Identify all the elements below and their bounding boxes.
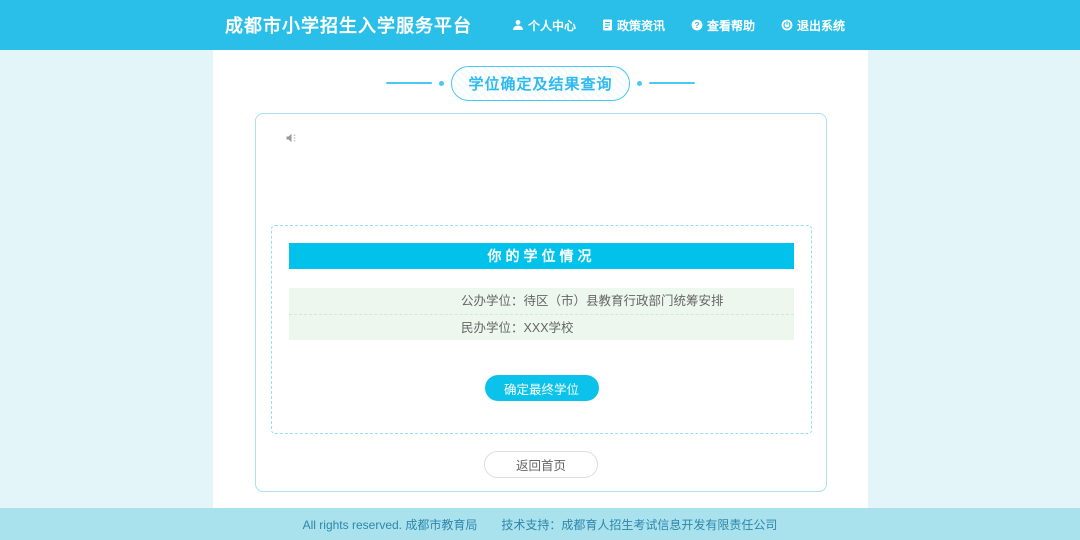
section-title-pill: 学位确定及结果查询 — [451, 66, 629, 101]
content-column: 学位确定及结果查询 你的学位情况 公办学位：待区（市）县教育行政部门统筹安排 民… — [213, 50, 868, 508]
top-header: 成都市小学招生入学服务平台 个人中心 政策资讯 ? 查看帮助 — [0, 0, 1080, 50]
help-icon: ? — [691, 19, 703, 31]
decorative-dot-right — [637, 81, 642, 86]
svg-text:?: ? — [694, 20, 699, 30]
speaker-icon — [286, 130, 299, 148]
nav-label: 政策资讯 — [617, 17, 665, 34]
site-title: 成都市小学招生入学服务平台 — [225, 12, 472, 38]
top-nav: 个人中心 政策资讯 ? 查看帮助 退出系统 — [512, 17, 845, 34]
private-seat-value: XXX学校 — [524, 321, 574, 335]
decorative-line-left — [386, 82, 432, 84]
public-seat-label: 公办学位： — [461, 294, 524, 308]
private-seat-row: 民办学位：XXX学校 — [289, 314, 794, 340]
decorative-line-right — [649, 82, 695, 84]
public-seat-row: 公办学位：待区（市）县教育行政部门统筹安排 — [289, 288, 794, 314]
result-card: 你的学位情况 公办学位：待区（市）县教育行政部门统筹安排 民办学位：XXX学校 … — [255, 113, 827, 492]
nav-view-help[interactable]: ? 查看帮助 — [691, 17, 755, 34]
nav-logout[interactable]: 退出系统 — [781, 17, 845, 34]
panel-header: 你的学位情况 — [289, 243, 794, 269]
nav-label: 退出系统 — [797, 17, 845, 34]
private-seat-label: 民办学位： — [461, 321, 524, 335]
nav-label: 查看帮助 — [707, 17, 755, 34]
decorative-dot-left — [439, 81, 444, 86]
seat-rows: 公办学位：待区（市）县教育行政部门统筹安排 民办学位：XXX学校 — [289, 288, 794, 340]
nav-personal-center[interactable]: 个人中心 — [512, 17, 576, 34]
confirm-final-seat-button[interactable]: 确定最终学位 — [485, 375, 599, 401]
logout-icon — [781, 19, 793, 31]
copyright-text: All rights reserved. 成都市教育局 — [303, 516, 478, 533]
tech-support-text: 技术支持：成都育人招生考试信息开发有限责任公司 — [501, 516, 777, 533]
nav-policy-news[interactable]: 政策资讯 — [602, 17, 665, 34]
user-icon — [512, 19, 524, 31]
page-footer: All rights reserved. 成都市教育局 技术支持：成都育人招生考… — [0, 508, 1080, 540]
document-icon — [602, 19, 613, 31]
public-seat-value: 待区（市）县教育行政部门统筹安排 — [524, 294, 724, 308]
back-home-button[interactable]: 返回首页 — [484, 451, 598, 478]
seat-result-panel: 你的学位情况 公办学位：待区（市）县教育行政部门统筹安排 民办学位：XXX学校 … — [271, 225, 812, 434]
nav-label: 个人中心 — [528, 17, 576, 34]
section-title: 学位确定及结果查询 — [213, 66, 868, 100]
